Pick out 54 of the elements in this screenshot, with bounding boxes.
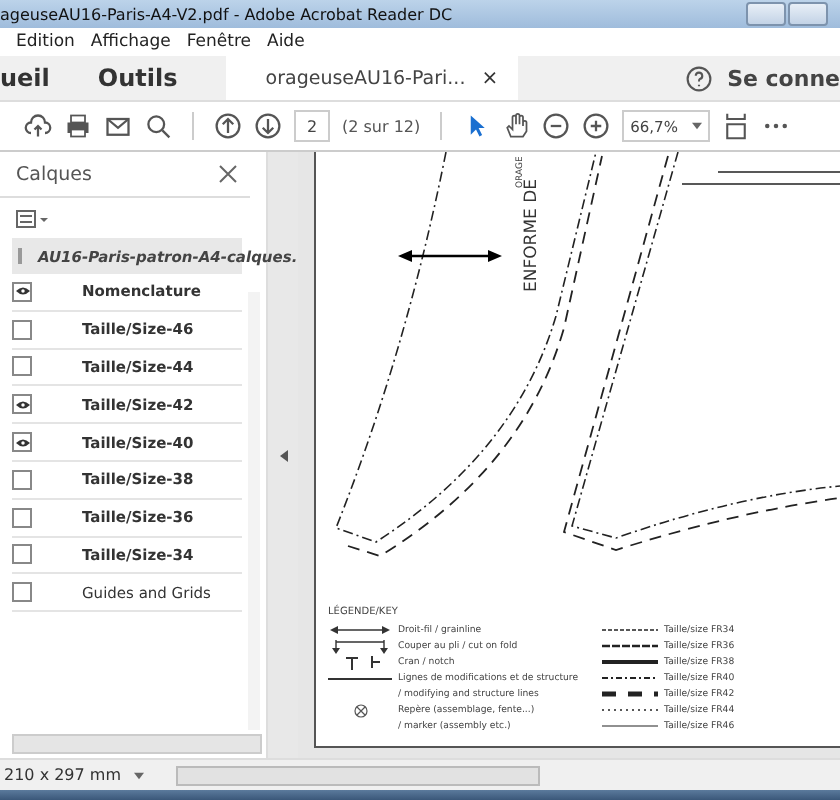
pattern-title: ENFORME DE (522, 178, 542, 292)
line-sample (602, 704, 659, 716)
visibility-checkbox[interactable] (12, 432, 32, 453)
options-icon[interactable] (16, 209, 48, 227)
maximize-button[interactable] (788, 2, 828, 26)
hand-icon[interactable] (502, 112, 531, 140)
line-sample (602, 640, 659, 652)
visibility-checkbox[interactable] (12, 544, 32, 565)
line-sample (602, 720, 659, 732)
zoom-out-icon[interactable] (542, 112, 571, 140)
caret-icon[interactable] (133, 771, 143, 779)
close-tab-button[interactable]: × (481, 67, 499, 89)
visibility-checkbox[interactable] (12, 469, 32, 490)
sign-in-link[interactable]: Se conne (727, 65, 840, 91)
caret-icon[interactable] (692, 122, 703, 130)
tab[interactable]: ueil (0, 56, 74, 100)
close-icon[interactable] (218, 164, 238, 184)
line-sample (602, 688, 659, 700)
page-count: (2 sur 12) (342, 117, 421, 135)
tab[interactable]: Outils (73, 56, 202, 100)
help-icon[interactable] (685, 65, 712, 91)
menu-item[interactable]: Fenêtre (186, 32, 251, 52)
window-title: ageuseAU16-Paris-A4-V2.pdf - Adobe Acrobat Reader DC (0, 5, 453, 23)
visibility-checkbox[interactable] (12, 281, 32, 302)
menu-item[interactable]: Affichage (90, 32, 171, 52)
line-symbol-icon (328, 677, 392, 679)
print-icon[interactable] (64, 112, 92, 140)
grainline-arrow (398, 250, 502, 262)
zoom-in-icon[interactable] (582, 112, 611, 140)
visibility-checkbox[interactable] (12, 356, 32, 377)
collapse-panel-icon[interactable] (279, 449, 287, 461)
visibility-checkbox[interactable] (12, 394, 32, 415)
horizontal-scrollbar[interactable] (12, 734, 262, 754)
line-sample (602, 624, 659, 636)
fit-page-icon[interactable] (722, 112, 751, 140)
marker-symbol-icon (353, 703, 367, 717)
menu-item[interactable]: Edition (16, 32, 75, 52)
mail-icon[interactable] (104, 112, 132, 140)
page-size: 210 x 297 mm (4, 766, 121, 784)
line-sample (602, 672, 659, 684)
line-sample (602, 656, 659, 668)
menu-item[interactable]: Aide (267, 32, 305, 52)
search-icon[interactable] (144, 112, 172, 140)
visibility-checkbox[interactable] (12, 507, 32, 528)
cloud-upload-icon[interactable] (24, 112, 52, 140)
fold-symbol-icon (328, 638, 392, 654)
visibility-checkbox[interactable] (12, 582, 32, 603)
visibility-checkbox[interactable] (12, 319, 32, 340)
panel-title: Calques (16, 163, 92, 185)
page-number-field[interactable]: 2 (294, 110, 330, 142)
grainline-symbol-icon (328, 622, 392, 638)
horizontal-scrollbar[interactable] (175, 765, 539, 785)
minimize-button[interactable] (746, 2, 786, 26)
tab[interactable]: orageuseAU16-Pari... × (225, 56, 519, 100)
